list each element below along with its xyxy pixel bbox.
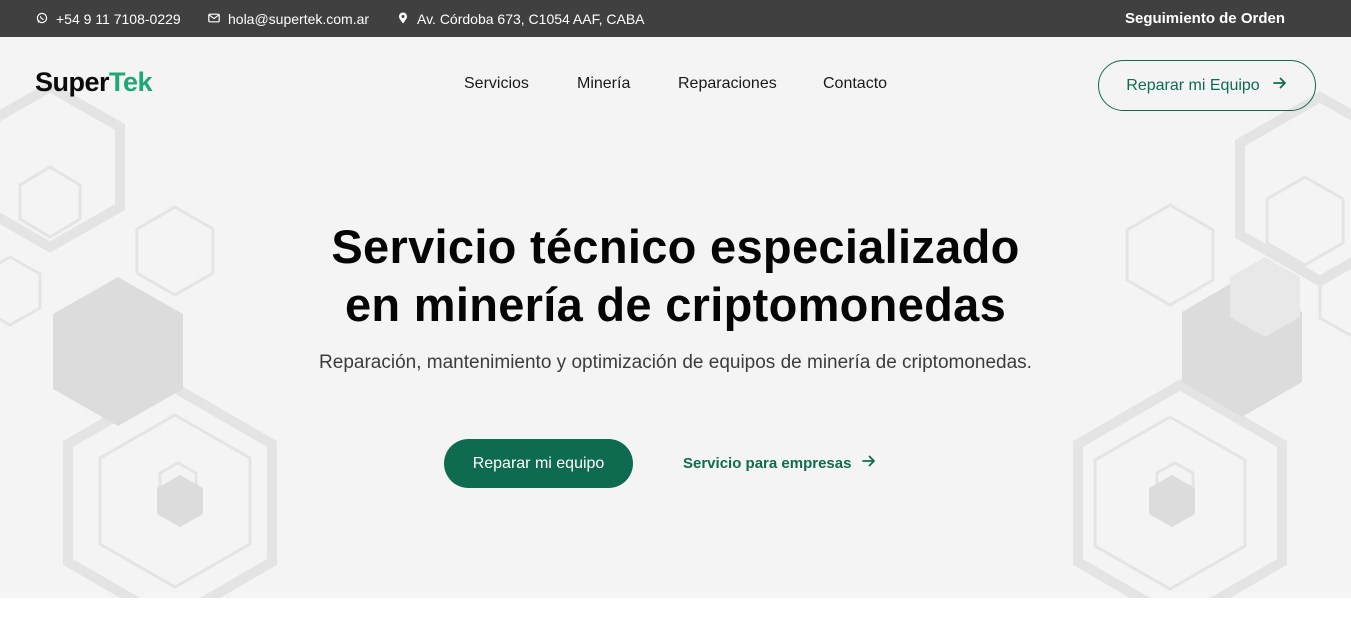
business-service-link[interactable]: Servicio para empresas <box>683 453 877 473</box>
phone-contact[interactable]: +54 9 11 7108-0229 <box>36 0 181 37</box>
hero-title: Servicio técnico especializado en minerí… <box>0 218 1351 334</box>
email-address: hola@supertek.com.ar <box>228 10 370 27</box>
repair-equipment-header-button[interactable]: Reparar mi Equipo <box>1098 60 1316 111</box>
arrow-right-icon <box>861 453 877 473</box>
nav-item-reparaciones[interactable]: Reparaciones <box>678 75 777 93</box>
address-contact[interactable]: Av. Córdoba 673, C1054 AAF, CABA <box>397 0 645 37</box>
business-service-label: Servicio para empresas <box>683 454 852 472</box>
envelope-icon <box>208 11 220 27</box>
nav-item-servicios[interactable]: Servicios <box>464 75 529 93</box>
email-contact[interactable]: hola@supertek.com.ar <box>208 0 369 37</box>
repair-my-equipment-button[interactable]: Reparar mi equipo <box>444 439 633 488</box>
hero-title-line-2: en minería de criptomonedas <box>344 278 1007 331</box>
nav-item-contacto[interactable]: Contacto <box>823 75 887 93</box>
phone-number: +54 9 11 7108-0229 <box>56 10 181 27</box>
hero-subtitle: Reparación, mantenimiento y optimización… <box>319 352 1032 373</box>
top-info-bar: +54 9 11 7108-0229 hola@supertek.com.ar … <box>0 0 1351 37</box>
hero-title-line-1: Servicio técnico especializado <box>331 220 1020 273</box>
repair-equipment-header-label: Reparar mi Equipo <box>1126 76 1260 94</box>
whatsapp-icon <box>36 11 48 27</box>
map-pin-icon <box>397 11 409 27</box>
nav-item-mineria[interactable]: Minería <box>577 75 630 93</box>
repair-my-equipment-label: Reparar mi equipo <box>472 454 605 472</box>
site-header: SuperTek Servicios Minería Reparaciones … <box>0 37 1351 133</box>
arrow-right-icon <box>1272 75 1288 96</box>
order-tracking-link[interactable]: Seguimiento de Orden <box>1125 0 1285 37</box>
street-address: Av. Córdoba 673, C1054 AAF, CABA <box>417 10 645 27</box>
